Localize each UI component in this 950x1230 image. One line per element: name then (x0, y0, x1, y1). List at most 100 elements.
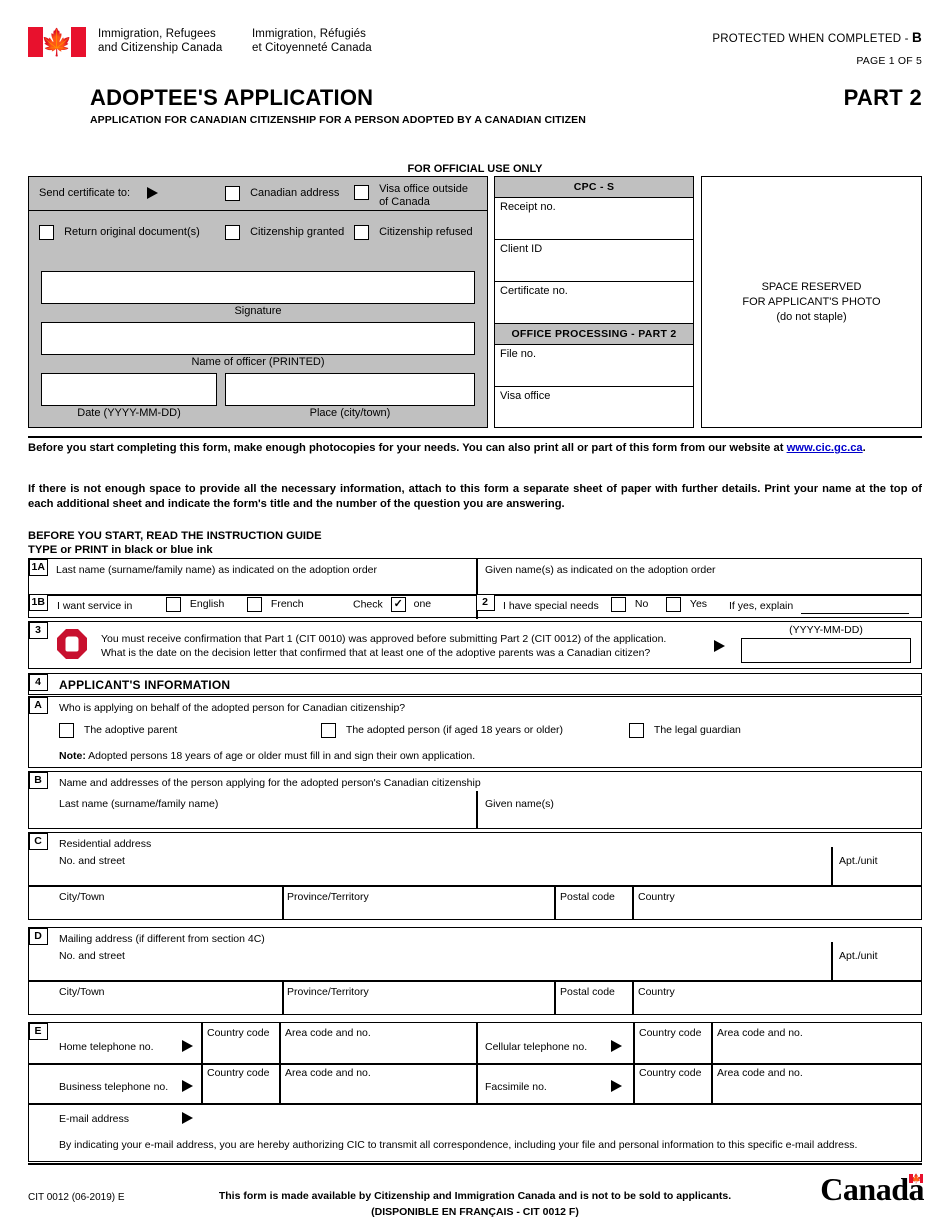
field-client-id[interactable]: Client ID (495, 240, 693, 282)
label-mailing-postal: Postal code (560, 986, 615, 998)
field-certificate-no[interactable]: Certificate no. (495, 282, 693, 324)
input-home-country-code[interactable] (207, 1041, 271, 1059)
protected-level: B (912, 30, 922, 45)
input-cellular-country-code[interactable] (639, 1041, 703, 1059)
input-applicant-given-name[interactable] (485, 811, 910, 826)
checkbox-box[interactable] (354, 185, 369, 200)
checkbox-service-english[interactable]: English (166, 597, 224, 612)
checkbox-box[interactable] (166, 597, 181, 612)
checkbox-box[interactable] (59, 723, 74, 738)
input-mailing-street[interactable] (59, 963, 824, 979)
official-use-left-panel: Send certificate to: Canadian address Vi… (28, 176, 488, 428)
checkbox-adoptive-parent[interactable]: The adoptive parent (59, 723, 177, 738)
cpc-processing-panel: CPC - S Receipt no. Client ID Certificat… (494, 176, 694, 428)
officer-name-field[interactable] (41, 322, 475, 355)
checkbox-label: The legal guardian (653, 724, 741, 737)
checkbox-box[interactable] (611, 597, 626, 612)
checkbox-visa-office-outside-canada[interactable]: Visa office outside of Canada (354, 180, 468, 209)
official-use-section: Send certificate to: Canadian address Vi… (28, 176, 922, 428)
input-mailing-province[interactable] (287, 999, 547, 1013)
divider (29, 1063, 921, 1065)
input-residential-country[interactable] (638, 904, 908, 918)
checkbox-box[interactable] (247, 597, 262, 612)
input-residential-city[interactable] (59, 904, 274, 918)
cic-website-link[interactable]: www.cic.gc.ca (787, 442, 863, 454)
question-number-3: 3 (28, 621, 48, 639)
instruction-paragraph-4: TYPE or PRINT in black or blue ink (28, 544, 213, 556)
checkbox-citizenship-refused[interactable]: Citizenship refused (354, 225, 473, 240)
place-field[interactable] (225, 373, 475, 406)
checkbox-label: Yes (689, 598, 708, 611)
input-applicant-last-name[interactable] (59, 811, 469, 826)
checkbox-service-french[interactable]: French (247, 597, 304, 612)
input-business-country-code[interactable] (207, 1081, 271, 1099)
checkbox-box[interactable] (321, 723, 336, 738)
label-if-yes-explain: If yes, explain (729, 600, 794, 612)
question-number-4: 4 (28, 673, 48, 691)
checkbox-special-needs-yes[interactable]: Yes (666, 597, 707, 612)
input-mailing-city[interactable] (59, 999, 274, 1013)
input-adoptee-given-name[interactable] (485, 577, 910, 593)
input-adoptee-last-name[interactable] (56, 577, 471, 593)
label-mailing-apt: Apt./unit (839, 950, 878, 962)
field-file-no[interactable]: File no. (495, 345, 693, 387)
question-3-text: You must receive confirmation that Part … (101, 632, 666, 660)
dept-fr-line1: Immigration, Réfugiés (252, 28, 366, 40)
checkbox-box[interactable] (39, 225, 54, 240)
input-mailing-apt[interactable] (839, 963, 914, 979)
signature-field[interactable] (41, 271, 475, 304)
checkbox-box[interactable] (354, 225, 369, 240)
label-business-telephone: Business telephone no. (59, 1081, 169, 1093)
checkbox-box[interactable] (225, 186, 240, 201)
label-residential-province: Province/Territory (287, 891, 369, 903)
section-letter-d: D (28, 927, 48, 945)
form-page: 🍁 Immigration, Refugees and Citizenship … (0, 0, 950, 1230)
label-service-language: I want service in (57, 600, 133, 612)
stop-sign-icon (57, 629, 87, 659)
right-arrow-icon (611, 1040, 622, 1052)
date-field[interactable] (41, 373, 217, 406)
date-caption: Date (YYYY-MM-DD) (77, 407, 181, 419)
input-residential-postal[interactable] (560, 904, 625, 918)
input-mailing-country[interactable] (638, 999, 908, 1013)
checkbox-box[interactable] (225, 225, 240, 240)
input-business-area-code[interactable] (285, 1081, 465, 1099)
input-special-needs-explain[interactable] (801, 599, 909, 613)
checkbox-label: Return original document(s) (64, 226, 200, 239)
input-mailing-postal[interactable] (560, 999, 625, 1013)
check-text: Check (353, 598, 383, 611)
photo-line3: (do not staple) (776, 310, 847, 323)
input-residential-apt[interactable] (839, 868, 914, 884)
instruction-paragraph-3: BEFORE YOU START, READ THE INSTRUCTION G… (28, 530, 322, 542)
underline (801, 613, 909, 614)
checkbox-box[interactable] (666, 597, 681, 612)
input-residential-street[interactable] (59, 868, 824, 884)
checkbox-special-needs-no[interactable]: No (611, 597, 648, 612)
input-facsimile-area-code[interactable] (717, 1081, 912, 1099)
divider (279, 1063, 281, 1103)
label-residential-city: City/Town (59, 891, 105, 903)
field-visa-office[interactable]: Visa office (495, 387, 693, 426)
checkbox-adopted-person[interactable]: The adopted person (if aged 18 years or … (321, 723, 563, 738)
label-adoptee-given-name: Given name(s) as indicated on the adopti… (485, 564, 716, 576)
right-arrow-icon (182, 1040, 193, 1052)
checkbox-citizenship-granted[interactable]: Citizenship granted (225, 225, 344, 240)
place-caption: Place (city/town) (309, 407, 391, 419)
input-facsimile-country-code[interactable] (639, 1081, 703, 1099)
section-letter-b: B (28, 771, 48, 789)
checkbox-return-original-documents[interactable]: Return original document(s) (39, 225, 200, 240)
part-label: PART 2 (843, 85, 922, 110)
section-letter-a: A (28, 696, 48, 714)
input-decision-letter-date[interactable] (741, 638, 911, 663)
label-mailing-country: Country (638, 986, 675, 998)
checkbox-canadian-address[interactable]: Canadian address (225, 186, 339, 201)
question-4a-group: A Who is applying on behalf of the adopt… (28, 696, 922, 768)
field-receipt-no[interactable]: Receipt no. (495, 198, 693, 240)
checkbox-legal-guardian[interactable]: The legal guardian (629, 723, 741, 738)
input-email-address[interactable] (209, 1109, 909, 1127)
right-arrow-icon (714, 640, 725, 652)
input-home-area-code[interactable] (285, 1041, 465, 1059)
input-cellular-area-code[interactable] (717, 1041, 912, 1059)
checkbox-box[interactable] (629, 723, 644, 738)
input-residential-province[interactable] (287, 904, 547, 918)
